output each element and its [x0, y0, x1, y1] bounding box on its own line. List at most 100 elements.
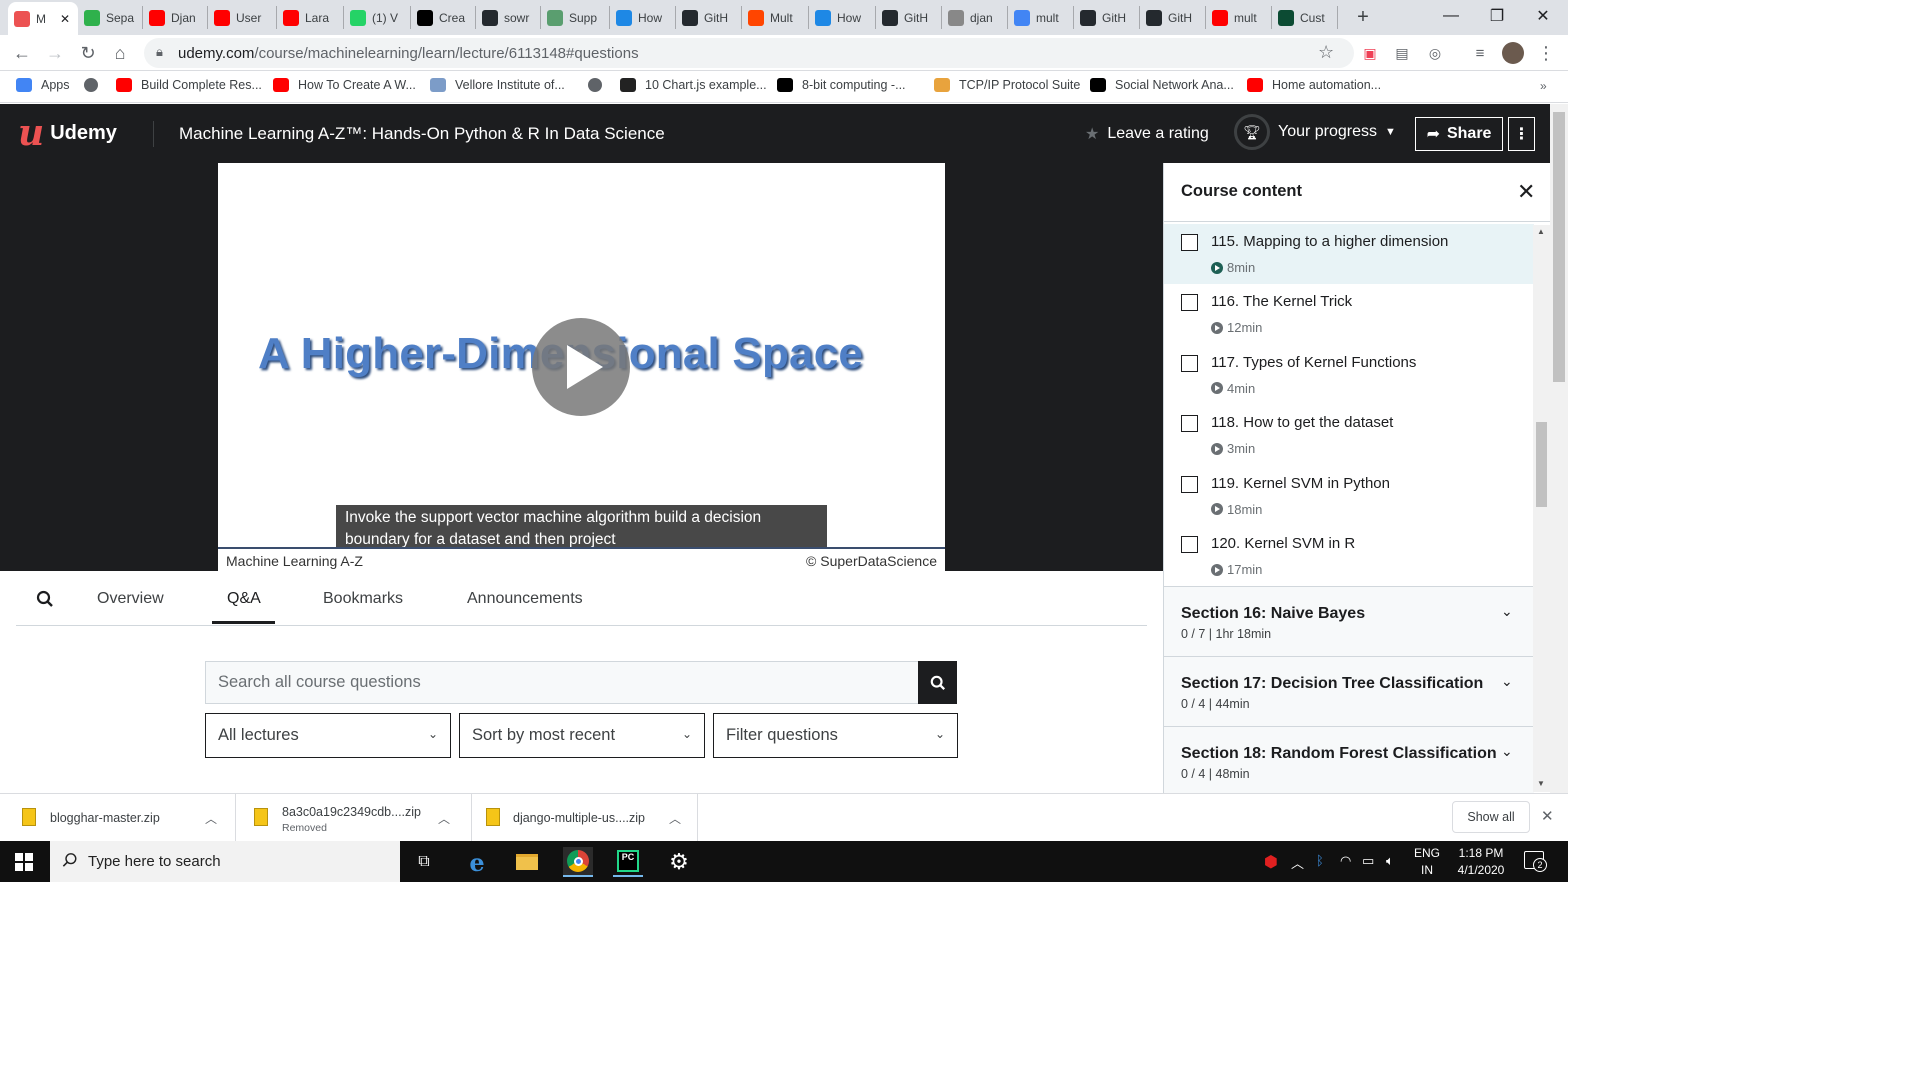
bookmark-item[interactable] [588, 78, 611, 92]
lecture-item[interactable]: 115. Mapping to a higher dimension 8min [1164, 224, 1534, 284]
browser-tab[interactable]: Mult [742, 6, 809, 29]
browser-tab[interactable]: User [208, 6, 277, 29]
bookmark-item[interactable] [84, 78, 107, 92]
play-button[interactable] [532, 318, 630, 416]
browser-tab[interactable]: GitH [1074, 6, 1140, 29]
browser-tab[interactable]: GitH [876, 6, 942, 29]
section-header[interactable]: Section 17: Decision Tree Classification… [1164, 656, 1534, 726]
lecture-item[interactable]: 117. Types of Kernel Functions 4min [1164, 345, 1534, 405]
browser-tab[interactable]: mult [1206, 6, 1272, 29]
course-title[interactable]: Machine Learning A-Z™: Hands-On Python &… [179, 124, 665, 144]
pocket-extension-icon[interactable]: ▣ [1358, 41, 1382, 65]
lecture-item[interactable]: 118. How to get the dataset 3min [1164, 405, 1534, 465]
volume-icon[interactable]: 🔈︎ [1386, 853, 1394, 869]
pycharm-icon[interactable]: PC [613, 847, 643, 877]
section-header[interactable]: Section 18: Random Forest Classification… [1164, 726, 1534, 793]
minimize-button[interactable]: — [1428, 0, 1474, 32]
clock[interactable]: 1:18 PM 4/1/2020 [1454, 845, 1508, 879]
file-explorer-icon[interactable] [512, 847, 542, 877]
task-view-icon[interactable]: ⧉ [409, 847, 439, 877]
browser-tab[interactable]: Sepa [78, 6, 143, 29]
bookmark-item[interactable]: 10 Chart.js example... [620, 78, 767, 92]
tab-bookmarks[interactable]: Bookmarks [323, 590, 403, 621]
lecture-item[interactable]: 120. Kernel SVM in R 17min [1164, 526, 1534, 586]
download-item[interactable]: 8a3c0a19c2349cdb....zip Removed ︿ [236, 794, 472, 842]
back-icon[interactable]: ← [10, 41, 34, 65]
browser-tab[interactable]: GitH [1140, 6, 1206, 29]
lecture-checkbox[interactable] [1181, 415, 1198, 433]
bookmark-star-icon[interactable]: ☆ [1318, 42, 1334, 63]
tab-announcements[interactable]: Announcements [467, 590, 583, 621]
udemy-logo[interactable]: u Udemy [18, 115, 117, 151]
leave-rating-button[interactable]: ★ Leave a rating [1085, 124, 1209, 144]
bluetooth-icon[interactable]: ᛒ [1316, 853, 1324, 868]
new-tab-button[interactable]: + [1352, 6, 1374, 28]
edge-icon[interactable]: e [462, 847, 492, 877]
sort-select[interactable]: Sort by most recent ⌄ [459, 713, 705, 758]
home-icon[interactable]: ⌂ [108, 41, 132, 65]
browser-tab[interactable]: djan [942, 6, 1008, 29]
windows-start-icon[interactable] [0, 841, 48, 882]
qa-search-button[interactable] [918, 661, 957, 704]
bookmark-item[interactable]: Vellore Institute of... [430, 78, 565, 92]
more-bookmarks-icon[interactable]: » [1540, 79, 1547, 93]
download-item[interactable]: django-multiple-us....zip ︿ [472, 794, 698, 842]
show-all-downloads-button[interactable]: Show all [1452, 801, 1530, 833]
chevron-up-icon[interactable]: ︿ [205, 810, 217, 827]
page-scroll-thumb[interactable] [1553, 112, 1565, 382]
media-control-icon[interactable]: ≡ [1468, 41, 1492, 65]
extension-icon[interactable]: ▤ [1390, 41, 1414, 65]
bookmark-item[interactable]: 8-bit computing -... [777, 78, 906, 92]
chevron-up-icon[interactable]: ︿ [438, 810, 450, 827]
browser-tab[interactable]: Djan [143, 6, 208, 29]
browser-tab[interactable]: How [610, 6, 676, 29]
browser-tab[interactable]: Cust [1272, 6, 1338, 29]
filter-questions-select[interactable]: Filter questions ⌄ [713, 713, 958, 758]
section-header[interactable]: Section 16: Naive Bayes 0 / 7 | 1hr 18min… [1164, 586, 1534, 656]
bookmark-item[interactable]: Home automation... [1247, 78, 1381, 92]
antivirus-tray-icon[interactable]: ⬢ [1256, 847, 1286, 877]
scroll-down-icon[interactable]: ▼ [1537, 779, 1545, 788]
show-hidden-icons[interactable]: ︿ [1291, 853, 1304, 872]
lecture-item[interactable]: 119. Kernel SVM in Python 18min [1164, 466, 1534, 526]
taskbar-search-box[interactable]: Type here to search [50, 841, 400, 882]
tab-qa[interactable]: Q&A [212, 590, 275, 624]
maximize-button[interactable]: ❐ [1474, 0, 1520, 32]
qa-search-input[interactable]: Search all course questions [205, 661, 919, 704]
profile-avatar[interactable] [1501, 41, 1525, 65]
browser-tab[interactable]: sowr [476, 6, 541, 29]
share-button[interactable]: ➦ Share [1415, 117, 1503, 151]
video-slide[interactable]: A Higher-Dimensional Space Invoke the su… [218, 163, 945, 571]
lecture-checkbox[interactable] [1181, 475, 1198, 493]
close-window-button[interactable]: ✕ [1520, 0, 1566, 32]
browser-tab[interactable]: mult [1008, 6, 1074, 29]
chevron-up-icon[interactable]: ︿ [669, 810, 681, 827]
settings-gear-icon[interactable]: ⚙ [664, 847, 694, 877]
bookmark-item[interactable]: Apps [16, 78, 70, 92]
bookmark-item[interactable]: How To Create A W... [273, 78, 416, 92]
browser-tab[interactable]: How [809, 6, 876, 29]
bookmark-item[interactable]: Social Network Ana... [1090, 78, 1234, 92]
browser-tab[interactable]: Lara [277, 6, 344, 29]
address-bar[interactable]: 🔒︎ udemy.com/course/machinelearning/lear… [144, 38, 1354, 68]
browser-menu-icon[interactable]: ⋮ [1534, 41, 1558, 65]
reload-icon[interactable]: ↻ [76, 41, 100, 65]
notifications-icon[interactable]: 2 [1524, 851, 1547, 872]
page-scrollbar[interactable] [1550, 104, 1568, 793]
browser-tab[interactable]: GitH [676, 6, 742, 29]
lecture-checkbox[interactable] [1181, 536, 1198, 553]
forward-icon[interactable]: → [43, 41, 67, 65]
wifi-icon[interactable]: ◠ [1340, 853, 1351, 869]
lecture-checkbox[interactable] [1181, 234, 1198, 251]
code-extension-icon[interactable]: ◎ [1423, 41, 1447, 65]
bookmark-item[interactable]: Build Complete Res... [116, 78, 262, 92]
lectures-filter-select[interactable]: All lectures ⌄ [205, 713, 451, 758]
close-downloads-icon[interactable]: ✕ [1541, 807, 1554, 825]
scroll-up-icon[interactable]: ▲ [1537, 227, 1545, 236]
close-tab-icon[interactable]: ✕ [60, 12, 70, 26]
browser-tab[interactable]: M ✕ [8, 2, 78, 35]
bookmark-item[interactable]: TCP/IP Protocol Suite [934, 78, 1080, 92]
chrome-icon[interactable] [563, 847, 593, 877]
your-progress-button[interactable]: 🏆︎ Your progress ▼ [1234, 114, 1396, 150]
search-tab-icon[interactable] [36, 590, 54, 613]
